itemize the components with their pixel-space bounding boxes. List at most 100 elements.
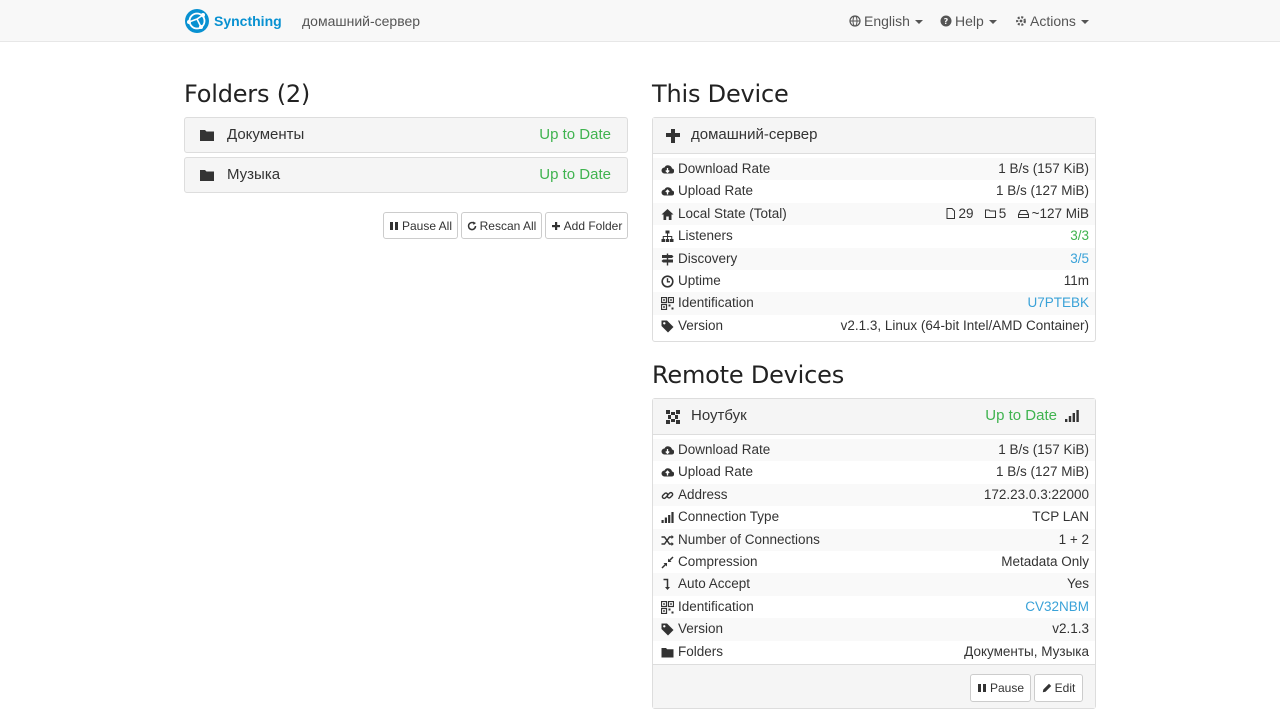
this-device-heading: This Device xyxy=(652,80,789,108)
detail-row-local-state: Local State (Total) 29 5 ~127 MiB xyxy=(653,202,1095,226)
detail-value: Metadata Only xyxy=(1001,553,1089,569)
detail-row-discovery: Discovery 3/5 xyxy=(653,247,1095,270)
detail-label: Discovery xyxy=(678,250,738,266)
local-state-value: 29 5 ~127 MiB xyxy=(945,205,1089,221)
folder-panel[interactable]: Музыка Up to Date xyxy=(184,157,628,193)
this-device-panel: домашний-сервер Download Rate 1 B/s (157… xyxy=(652,117,1096,342)
cloud-download-icon xyxy=(661,446,674,455)
total-size: ~127 MiB xyxy=(1031,205,1089,221)
syncthing-logo-icon xyxy=(185,9,209,33)
folder-status: Up to Date xyxy=(539,166,611,183)
detail-value: 172.23.0.3:22000 xyxy=(983,486,1089,502)
actions-label: Actions xyxy=(1030,13,1076,29)
detail-row-download-rate: Download Rate 1 B/s (157 KiB) xyxy=(653,158,1095,181)
signal-strength-icon xyxy=(1065,410,1079,422)
detail-label: Number of Connections xyxy=(678,531,820,547)
detail-label: Identification xyxy=(678,295,754,311)
pencil-icon xyxy=(1042,683,1051,693)
pause-all-button[interactable]: Pause All xyxy=(383,212,458,239)
detail-value: v2.1.3 xyxy=(1052,621,1089,637)
folder-name: Документы xyxy=(227,126,305,143)
detail-row-identification: Identification CV32NBM xyxy=(653,596,1095,618)
actions-menu[interactable]: Actions xyxy=(1015,13,1089,29)
detail-value: 11m xyxy=(1063,272,1089,288)
remote-device-name: Ноутбук xyxy=(691,407,747,424)
link-icon xyxy=(661,491,674,499)
add-folder-label: Add Folder xyxy=(563,218,623,233)
remote-device-footer: Pause Edit xyxy=(653,664,1095,708)
device-id-link[interactable]: CV32NBM xyxy=(1025,599,1089,614)
chevron-down-icon xyxy=(914,20,923,24)
this-device-header[interactable]: домашний-сервер xyxy=(653,118,1095,154)
detail-label: Upload Rate xyxy=(678,183,754,199)
folder-name: Музыка xyxy=(227,166,281,183)
detail-label: Version xyxy=(678,621,724,637)
home-icon xyxy=(661,208,674,220)
detail-value: 1 B/s (157 KiB) xyxy=(998,161,1089,176)
pause-device-button[interactable]: Pause xyxy=(970,674,1031,702)
edit-device-label: Edit xyxy=(1054,681,1076,695)
detail-row-identification: Identification U7PTEBK xyxy=(653,292,1095,315)
cloud-upload-icon xyxy=(661,468,674,477)
pause-all-label: Pause All xyxy=(401,218,453,233)
detail-row-upload-rate: Upload Rate 1 B/s (127 MiB) xyxy=(653,461,1095,483)
detail-row-download-rate: Download Rate 1 B/s (157 KiB) xyxy=(653,439,1095,462)
this-device-details: Download Rate 1 B/s (157 KiB) Upload Rat… xyxy=(653,158,1095,337)
this-device-name: домашний-сервер xyxy=(691,126,818,143)
detail-row-auto-accept: Auto Accept Yes xyxy=(653,573,1095,596)
detail-value: 1 B/s (127 MiB) xyxy=(995,183,1089,199)
detail-label: Upload Rate xyxy=(678,464,754,480)
detail-label: Folders xyxy=(678,643,724,659)
folder-icon xyxy=(200,170,214,181)
compress-icon xyxy=(661,556,674,569)
detail-row-connections: Number of Connections 1 + 2 xyxy=(653,528,1095,551)
navbar-device-name: домашний-сервер xyxy=(302,13,421,29)
chevron-down-icon xyxy=(1080,20,1089,24)
detail-label: Address xyxy=(678,486,728,502)
remote-device-panel: Ноутбук Up to Date Download Rate 1 B/s (… xyxy=(652,398,1096,709)
gear-icon xyxy=(1016,16,1026,26)
file-icon xyxy=(946,207,955,219)
qrcode-icon xyxy=(661,297,674,311)
discovery-value[interactable]: 3/5 xyxy=(1070,251,1089,266)
language-label: English xyxy=(864,13,910,29)
signpost-icon xyxy=(661,253,674,266)
pause-icon xyxy=(977,684,986,692)
remote-device-status: Up to Date xyxy=(985,407,1057,424)
detail-row-listeners: Listeners 3/3 xyxy=(653,225,1095,247)
sitemap-icon xyxy=(661,230,674,243)
remote-device-header[interactable]: Ноутбук Up to Date xyxy=(653,399,1095,435)
edit-device-button[interactable]: Edit xyxy=(1034,674,1083,702)
folder-panel[interactable]: Документы Up to Date xyxy=(184,117,628,153)
refresh-icon xyxy=(467,221,476,230)
device-id-link[interactable]: U7PTEBK xyxy=(1027,295,1089,310)
folder-open-icon xyxy=(984,209,996,218)
detail-row-version: Version v2.1.3, Linux (64-bit Intel/AMD … xyxy=(653,315,1095,337)
brand-name: Syncthing xyxy=(214,13,282,29)
detail-value: 1 B/s (127 MiB) xyxy=(995,464,1089,480)
detail-label: Download Rate xyxy=(678,442,771,457)
detail-value: Yes xyxy=(1066,576,1089,592)
cloud-upload-icon xyxy=(661,187,674,196)
detail-label: Compression xyxy=(678,553,758,569)
language-menu[interactable]: English xyxy=(849,13,923,29)
detail-label: Listeners xyxy=(678,228,733,244)
detail-value: 1 + 2 xyxy=(1058,531,1089,547)
brand-link[interactable]: Syncthing xyxy=(184,7,282,35)
folder-status: Up to Date xyxy=(539,126,611,143)
remote-device-details: Download Rate 1 B/s (157 KiB) Upload Rat… xyxy=(653,439,1095,663)
svg-text:?: ? xyxy=(944,17,949,26)
detail-row-uptime: Uptime 11m xyxy=(653,270,1095,292)
detail-row-upload-rate: Upload Rate 1 B/s (127 MiB) xyxy=(653,180,1095,202)
listeners-value[interactable]: 3/3 xyxy=(1070,228,1089,243)
add-folder-button[interactable]: Add Folder xyxy=(545,212,628,239)
detail-row-version: Version v2.1.3 xyxy=(653,618,1095,641)
globe-icon xyxy=(849,15,861,27)
detail-label: Download Rate xyxy=(678,161,771,176)
chevron-down-icon xyxy=(988,20,997,24)
detail-label: Connection Type xyxy=(678,509,780,525)
device-identicon-icon xyxy=(666,410,680,424)
rescan-all-button[interactable]: Rescan All xyxy=(461,212,542,239)
rescan-all-label: Rescan All xyxy=(479,218,537,233)
help-menu[interactable]: ? Help xyxy=(940,13,997,29)
